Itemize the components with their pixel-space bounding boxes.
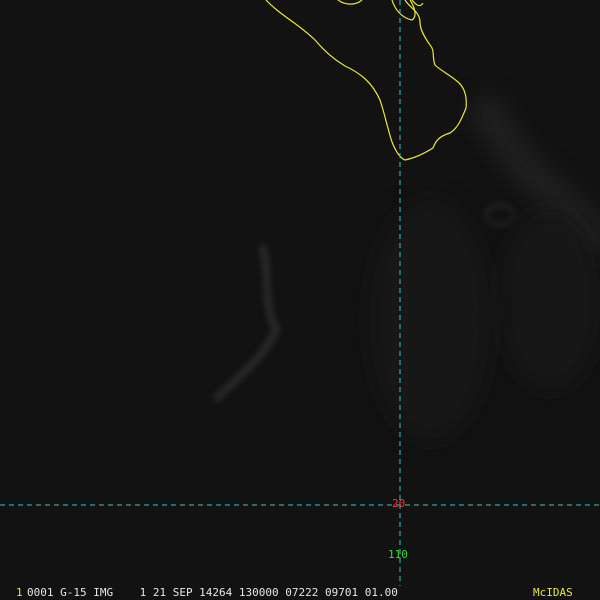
image-metadata-text: 0001 G-15 IMG 1 21 SEP 14264 130000 0722… (27, 586, 398, 599)
latitude-label: 20 (392, 497, 406, 510)
satellite-image-viewport[interactable]: 20 110 1 0001 G-15 IMG 1 21 SEP 14264 13… (0, 0, 600, 600)
mcidas-logo-text: McIDAS (533, 586, 573, 599)
status-bar: 1 0001 G-15 IMG 1 21 SEP 14264 130000 07… (0, 586, 600, 600)
longitude-label: 110 (388, 548, 408, 561)
frame-number: 1 (16, 586, 23, 599)
satellite-imagery (0, 0, 600, 600)
